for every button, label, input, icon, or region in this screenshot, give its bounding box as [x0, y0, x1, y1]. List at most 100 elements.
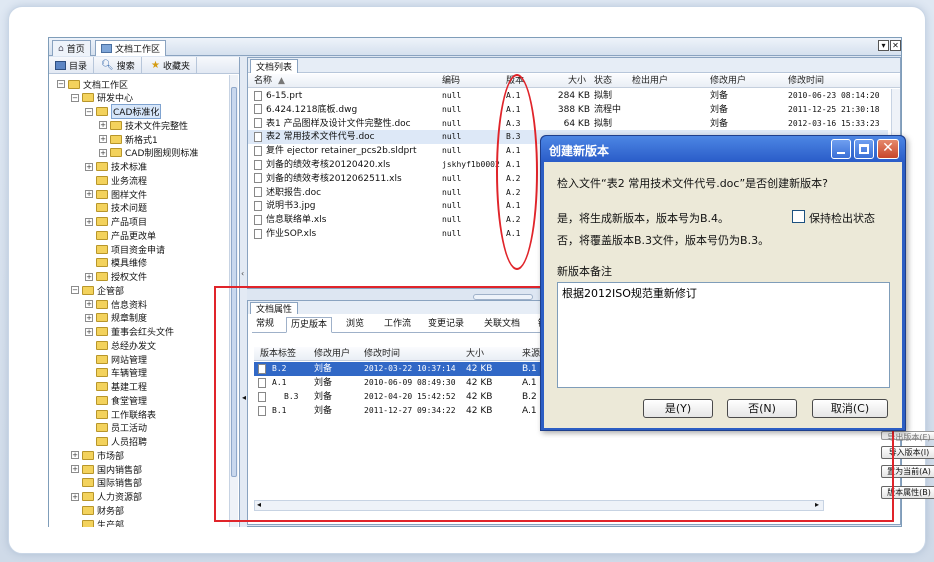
attr-tab[interactable]: 历史版本: [286, 317, 333, 333]
tree-item[interactable]: 财务部: [71, 503, 124, 517]
expand-toggle-icon[interactable]: +: [85, 272, 93, 281]
history-row[interactable]: B.3 刘备 2012-04-20 15:42:52 42 KB B.2: [254, 390, 554, 404]
scroll-left-icon[interactable]: ◂: [257, 500, 261, 509]
tab-doc-list[interactable]: 文档列表: [250, 59, 299, 73]
dialog-close-button[interactable]: ✕: [877, 139, 899, 159]
tree-item[interactable]: + 信息资料: [85, 297, 147, 311]
attr-tab[interactable]: 常规: [252, 317, 278, 333]
expand-toggle-icon[interactable]: +: [85, 217, 93, 226]
history-row[interactable]: A.1 刘备 2010-06-09 08:49:30 42 KB A.1: [254, 376, 554, 390]
expand-toggle-icon[interactable]: −: [71, 286, 79, 295]
expand-toggle-icon[interactable]: −: [85, 107, 93, 116]
tree-item[interactable]: + 市场部: [71, 448, 124, 462]
expand-toggle-icon[interactable]: +: [85, 162, 93, 171]
expand-toggle-icon[interactable]: +: [85, 190, 93, 198]
tree-item[interactable]: + 产品项目: [85, 215, 147, 229]
expand-toggle-icon[interactable]: +: [71, 465, 79, 473]
col-hist-user[interactable]: 修改用户: [314, 347, 350, 361]
attr-tab[interactable]: 工作流: [380, 317, 415, 333]
close-icon[interactable]: ✕: [890, 40, 901, 51]
expand-toggle-icon[interactable]: +: [71, 451, 79, 460]
vertical-splitter[interactable]: ‹: [240, 57, 247, 527]
col-modify-time[interactable]: 修改时间: [788, 74, 824, 88]
tree-item[interactable]: − 企管部: [71, 283, 124, 297]
col-name[interactable]: 名称: [254, 74, 272, 88]
attr-tab[interactable]: 浏览: [342, 317, 368, 333]
expand-toggle-icon[interactable]: +: [99, 148, 107, 157]
collapse-attr-icon[interactable]: ◂: [242, 393, 246, 402]
tree-item[interactable]: + 授权文件: [85, 270, 147, 284]
col-size[interactable]: 大小: [568, 74, 586, 88]
col-hist-source[interactable]: 来源: [522, 347, 540, 361]
tree-item[interactable]: + 规章制度: [85, 311, 147, 325]
no-button[interactable]: 否(N): [727, 399, 797, 418]
history-row[interactable]: B.2 刘备 2012-03-22 10:37:14 42 KB B.1: [254, 362, 554, 376]
tree-item[interactable]: + 技术标准: [85, 160, 147, 174]
tab-doc-attr[interactable]: 文档属性: [250, 302, 299, 315]
tree-item[interactable]: + 董事会红头文件: [85, 325, 174, 339]
col-checkout-user[interactable]: 检出用户: [632, 74, 668, 88]
col-version[interactable]: 版本: [506, 74, 524, 88]
maximize-button[interactable]: [854, 139, 874, 159]
remark-textarea[interactable]: [557, 282, 890, 388]
tree-item[interactable]: + 新格式1: [99, 132, 158, 146]
tree-item[interactable]: − 研发中心: [71, 91, 133, 105]
menu-down-icon[interactable]: ▾: [878, 40, 889, 51]
tree-item[interactable]: 总经办发文: [85, 338, 156, 352]
tree-item[interactable]: + CAD制图规则标准: [99, 146, 198, 160]
col-hist-time[interactable]: 修改时间: [364, 347, 400, 361]
expand-toggle-icon[interactable]: −: [71, 93, 79, 102]
tree-item[interactable]: 车辆管理: [85, 366, 147, 380]
doc-row[interactable]: 6.424.1218底板.dwg null A.1 388 KB 流程中 刘备 2011-1…: [248, 103, 888, 117]
tree-scroll-thumb[interactable]: [231, 87, 237, 477]
expand-toggle-icon[interactable]: +: [71, 492, 79, 501]
doc-row[interactable]: 6-15.prt null A.1 284 KB 拟制 刘备 2010-06-23 08:1…: [248, 89, 888, 103]
history-hscrollbar[interactable]: ◂ ▸: [254, 500, 824, 511]
tree-item[interactable]: 产品更改单: [85, 228, 156, 242]
tree-item[interactable]: 员工活动: [85, 421, 147, 435]
tree-item[interactable]: − CAD标准化: [85, 104, 162, 119]
dialog-titlebar[interactable]: 创建新版本 ✕: [541, 136, 905, 162]
tree-item[interactable]: + 人力资源部: [71, 490, 142, 504]
tree-item[interactable]: 技术问题: [85, 201, 147, 215]
tab-favorites[interactable]: ★ 收藏夹: [145, 57, 197, 74]
col-hist-size[interactable]: 大小: [466, 347, 484, 361]
set-current-button[interactable]: 置为当前(A): [881, 465, 934, 478]
cancel-button[interactable]: 取消(C): [812, 399, 888, 418]
tab-directory[interactable]: 目录: [49, 57, 95, 74]
tree-scrollbar[interactable]: [229, 75, 238, 527]
expand-toggle-icon[interactable]: −: [57, 80, 65, 88]
tree-item[interactable]: + 图样文件: [85, 187, 147, 201]
expand-toggle-icon[interactable]: +: [85, 300, 93, 308]
expand-toggle-icon[interactable]: +: [85, 327, 93, 336]
attr-tab[interactable]: 变更记录: [424, 317, 468, 333]
tab-home[interactable]: ⌂ 首页: [52, 40, 91, 56]
import-version-button[interactable]: 导入版本(I): [881, 446, 934, 459]
expand-toggle-icon[interactable]: +: [85, 313, 93, 322]
tree-item[interactable]: 基建工程: [85, 380, 147, 394]
keep-checkout-checkbox[interactable]: [792, 210, 805, 223]
tree-item[interactable]: 国际销售部: [71, 476, 142, 490]
col-version-label[interactable]: 版本标签: [260, 347, 296, 361]
scroll-right-icon[interactable]: ▸: [815, 500, 819, 509]
doc-row[interactable]: 表1 产品图样及设计文件完整性.doc null A.3 64 KB 拟制 刘备 2012-…: [248, 117, 888, 131]
expand-toggle-icon[interactable]: +: [99, 135, 107, 143]
yes-button[interactable]: 是(Y): [643, 399, 713, 418]
tree-item[interactable]: 人员招聘: [85, 435, 147, 449]
export-version-button[interactable]: 导出版本(E): [881, 431, 934, 442]
col-code[interactable]: 编码: [442, 74, 460, 88]
collapse-left-icon[interactable]: ‹: [241, 269, 244, 278]
version-props-button[interactable]: 版本属性(B): [881, 486, 934, 499]
attr-tab[interactable]: 关联文档: [480, 317, 524, 333]
tree-item[interactable]: 网站管理: [85, 352, 147, 366]
tab-search[interactable]: 🔍︎ 搜索: [95, 57, 142, 74]
tree-item[interactable]: − 文档工作区: [57, 77, 128, 91]
expand-toggle-icon[interactable]: +: [99, 121, 107, 130]
tree-item[interactable]: 项目资金申请: [85, 242, 165, 256]
col-status[interactable]: 状态: [594, 74, 612, 88]
tree-item[interactable]: 业务流程: [85, 173, 147, 187]
tree-item[interactable]: 生产部: [71, 517, 124, 527]
tree-item[interactable]: + 技术文件完整性: [99, 118, 188, 132]
tree-item[interactable]: 食堂管理: [85, 393, 147, 407]
tree-item[interactable]: 工作联络表: [85, 407, 156, 421]
